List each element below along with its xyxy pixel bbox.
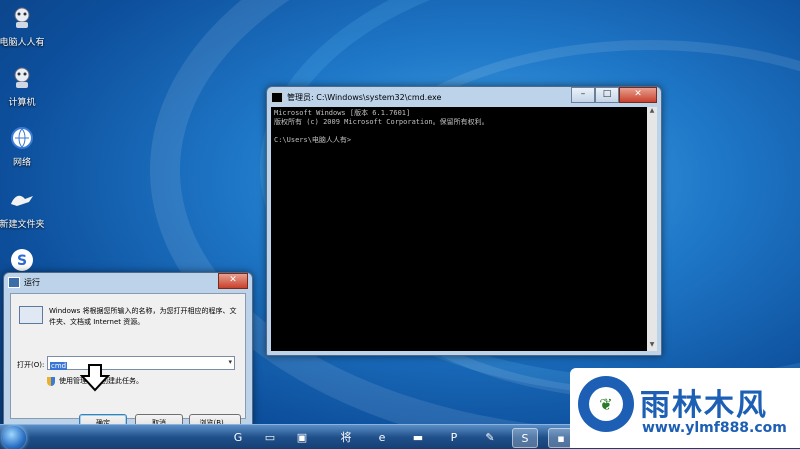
- desktop: 电脑人人有 计算机 网络 新建文件夹 S 管理员: C:\Windows\sys…: [0, 0, 800, 449]
- desktop-icon-computer[interactable]: 计算机: [0, 64, 44, 108]
- run-title: 运行: [24, 277, 40, 287]
- scroll-up-icon[interactable]: ▲: [647, 107, 657, 117]
- cmd-console[interactable]: Microsoft Windows [版本 6.1.7601] 版权所有 (c)…: [271, 107, 647, 351]
- watermark-logo: ❦: [578, 376, 634, 432]
- monitor-icon[interactable]: ▣: [290, 428, 314, 446]
- run-titlebar[interactable]: 运行: [4, 273, 252, 291]
- desktop-icon-network[interactable]: 网络: [0, 124, 44, 168]
- down-arrow-icon: [80, 364, 110, 392]
- sogou-icon: S: [8, 246, 36, 274]
- sogou-icon[interactable]: S: [512, 428, 538, 448]
- console-line: Microsoft Windows [版本 6.1.7601]: [274, 109, 411, 117]
- user-folder-icon: [8, 4, 36, 32]
- desktop-icon[interactable]: ▭: [258, 428, 282, 446]
- desktop-icon-new-folder[interactable]: 新建文件夹: [0, 186, 45, 230]
- ie-icon[interactable]: e: [370, 428, 394, 446]
- close-button[interactable]: ✕: [218, 273, 248, 289]
- app-g-icon[interactable]: G: [226, 428, 250, 446]
- cmd-scrollbar[interactable]: ▲ ▼: [647, 107, 657, 351]
- p-icon[interactable]: P: [442, 428, 466, 446]
- leaf-icon: ❦: [589, 387, 623, 421]
- watermark: ❦ 雨林木风 www.ylmf888.com: [570, 368, 800, 448]
- desktop-icon-user[interactable]: 电脑人人有: [0, 4, 45, 48]
- close-button[interactable]: ✕: [619, 87, 657, 103]
- run-program-icon: [19, 306, 43, 324]
- open-input-value[interactable]: cmd: [50, 362, 68, 370]
- svg-text:S: S: [17, 253, 27, 269]
- jiang-icon[interactable]: 将: [334, 428, 358, 446]
- run-content: Windows 将根据您所输入的名称，为您打开相应的程序、文件夹、文档或 Int…: [10, 293, 246, 432]
- minimize-button[interactable]: –: [571, 87, 595, 103]
- shield-icon: [47, 376, 55, 386]
- open-label: 打开(O):: [17, 361, 45, 369]
- cmd-icon: [271, 91, 283, 103]
- network-icon: [8, 124, 36, 152]
- open-input[interactable]: cmd ▾: [47, 356, 235, 370]
- chevron-down-icon[interactable]: ▾: [228, 358, 232, 366]
- scroll-down-icon[interactable]: ▼: [647, 341, 657, 351]
- desktop-icon-label: 网络: [12, 158, 31, 168]
- run-dialog[interactable]: 运行 ✕ Windows 将根据您所输入的名称，为您打开相应的程序、文件夹、文档…: [3, 272, 253, 432]
- folder-icon[interactable]: ▬: [406, 428, 430, 446]
- watermark-brand: 雨林木风: [640, 388, 768, 423]
- cmd-window[interactable]: 管理员: C:\Windows\system32\cmd.exe – □ ✕ M…: [266, 86, 662, 356]
- cmd-window-controls: – □ ✕: [571, 87, 657, 103]
- console-line: C:\Users\电脑人人有>: [274, 136, 352, 144]
- computer-icon: [8, 64, 36, 92]
- run-icon: [8, 276, 20, 288]
- desktop-icon-label: 电脑人人有: [0, 38, 45, 48]
- watermark-url: www.ylmf888.com: [642, 420, 787, 436]
- tools-icon[interactable]: ✎: [478, 428, 502, 446]
- run-description: Windows 将根据您所输入的名称，为您打开相应的程序、文件夹、文档或 Int…: [49, 307, 237, 326]
- run-window-controls: ✕: [218, 273, 248, 289]
- maximize-button[interactable]: □: [595, 87, 619, 103]
- folder-icon: [8, 186, 36, 214]
- desktop-icon-label: 新建文件夹: [0, 220, 45, 230]
- cmd-title: 管理员: C:\Windows\system32\cmd.exe: [287, 92, 442, 102]
- start-button[interactable]: [2, 426, 26, 449]
- desktop-icon-label: 计算机: [8, 98, 36, 108]
- console-line: 版权所有 (c) 2009 Microsoft Corporation。保留所有…: [274, 118, 489, 126]
